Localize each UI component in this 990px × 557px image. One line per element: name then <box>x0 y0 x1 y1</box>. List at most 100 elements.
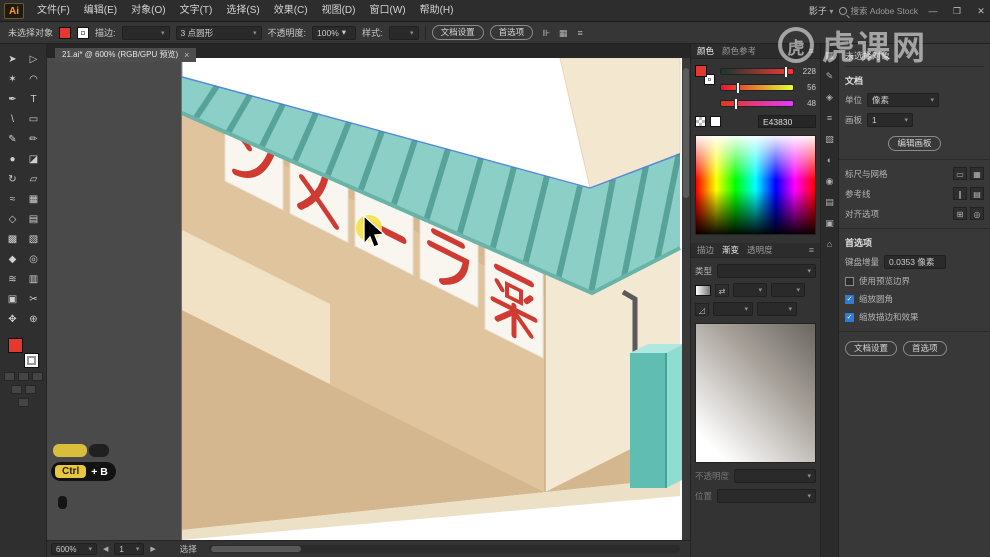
gradient-mode-icon[interactable] <box>17 372 29 381</box>
rulers-grid-icon-0[interactable]: ▭ <box>953 167 967 180</box>
slider-handle[interactable] <box>734 99 737 109</box>
stroke-panel-icon[interactable]: ≡ <box>823 111 837 125</box>
perspective-grid-tool[interactable]: ▤ <box>23 210 44 230</box>
menu-item[interactable]: 编辑(E) <box>77 0 124 22</box>
white-swatch[interactable] <box>710 116 721 127</box>
gradient-swatch[interactable] <box>695 284 711 296</box>
mesh-tool[interactable]: ▩ <box>2 230 23 250</box>
slice-tool[interactable]: ✂ <box>23 290 44 310</box>
gradient-field-1[interactable]: ▾ <box>733 283 767 297</box>
artboard-dropdown[interactable]: 1 ▾ <box>867 113 914 127</box>
stroke-color-swatch[interactable] <box>77 26 90 39</box>
swatches-panel-icon[interactable]: ▦ <box>823 48 837 62</box>
workspace-switcher[interactable]: 影子 ▾ <box>809 4 834 17</box>
snap-options-icon-0[interactable]: ⊞ <box>953 207 967 220</box>
tab-color-guide[interactable]: 颜色参考 <box>722 45 756 57</box>
hscroll-thumb[interactable] <box>210 546 301 552</box>
prev-artboard-icon[interactable]: ◀ <box>103 545 108 553</box>
menu-item[interactable]: 帮助(H) <box>413 0 461 22</box>
align-panel-icon[interactable]: ⊪ <box>539 26 553 40</box>
panel-menu-icon[interactable]: ≡ <box>809 46 814 56</box>
color-spectrum[interactable] <box>695 135 816 235</box>
vscroll-thumb[interactable] <box>683 68 689 198</box>
keyboard-increment-field[interactable]: 0.0353 像素 <box>884 255 947 269</box>
restore-button[interactable]: ❐ <box>948 0 966 22</box>
brush-definition-dropdown[interactable]: 3 点圆形 ▾ <box>175 25 262 40</box>
menu-item[interactable]: 文字(T) <box>173 0 220 22</box>
fill-swatch[interactable] <box>8 338 23 353</box>
gradient-preview[interactable] <box>695 323 816 463</box>
menu-item[interactable]: 选择(S) <box>219 0 266 22</box>
edit-artboards-button[interactable]: 编辑画板 <box>888 136 941 151</box>
shape-builder-tool[interactable]: ◇ <box>2 210 23 230</box>
unit-dropdown[interactable]: 像素 ▾ <box>867 93 940 107</box>
eraser-tool[interactable]: ◪ <box>23 150 44 170</box>
artboard-tool[interactable]: ▣ <box>2 290 23 310</box>
gradient-panel-icon[interactable]: ▧ <box>823 132 837 146</box>
gradient-angle-field[interactable]: ▾ <box>713 302 753 316</box>
preferences-quick-button[interactable]: 首选项 <box>903 341 947 356</box>
slider-handle[interactable] <box>785 67 788 77</box>
preferences-button[interactable]: 首选项 <box>489 25 534 40</box>
rotate-tool[interactable]: ↻ <box>2 170 23 190</box>
artboard-nav-dropdown[interactable]: 1 ▾ <box>114 543 145 555</box>
adobe-stock-search[interactable]: 搜索 Adobe Stock <box>839 5 918 17</box>
fill-color-swatch[interactable] <box>59 26 72 39</box>
guides-icon-1[interactable]: ▤ <box>970 187 984 200</box>
minimize-button[interactable]: — <box>924 0 942 22</box>
artboard-artwork[interactable] <box>47 58 690 540</box>
fill-stroke-indicator[interactable] <box>6 338 40 368</box>
magic-wand-tool[interactable]: ✶ <box>2 70 23 90</box>
stroke-swatch[interactable] <box>24 353 39 368</box>
gradient-aspect-field[interactable]: ▾ <box>757 302 797 316</box>
panel-fill-stroke[interactable] <box>695 65 715 85</box>
tab-透明度[interactable]: 透明度 <box>747 244 773 256</box>
menu-item[interactable]: 效果(C) <box>267 0 315 22</box>
pen-tool[interactable]: ✒ <box>2 90 23 110</box>
brushes-panel-icon[interactable]: ✎ <box>823 69 837 83</box>
gradient-position-dropdown[interactable]: ▾ <box>717 489 816 503</box>
transparency-panel-icon[interactable]: ◐ <box>823 153 837 167</box>
panel-fill-swatch[interactable] <box>695 65 707 77</box>
menu-item[interactable]: 文件(F) <box>30 0 77 22</box>
stroke-weight-dropdown[interactable]: ▾ <box>121 25 170 40</box>
menu-item[interactable]: 窗口(W) <box>362 0 412 22</box>
b-slider[interactable] <box>720 99 794 109</box>
selection-tool[interactable]: ➤ <box>2 50 23 70</box>
gradient-field-2[interactable]: ▾ <box>771 283 805 297</box>
menu-icon[interactable]: ≡ <box>573 26 587 40</box>
document-tab[interactable]: 21.ai* @ 600% (RGB/GPU 预览) × <box>55 47 197 62</box>
document-setup-button[interactable]: 文档设置 <box>431 25 484 40</box>
zoom-tool[interactable]: ⊕ <box>23 310 44 330</box>
eyedropper-tool[interactable]: ◆ <box>2 250 23 270</box>
snap-options-icon-1[interactable]: ◎ <box>970 207 984 220</box>
hex-value-field[interactable]: E43830 <box>758 115 816 128</box>
vertical-scrollbar[interactable] <box>682 58 690 540</box>
pencil-tool[interactable]: ✏ <box>23 130 44 150</box>
none-mode-icon[interactable] <box>31 372 43 381</box>
slider-handle[interactable] <box>736 83 739 93</box>
transform-panel-icon[interactable]: ▦ <box>556 26 570 40</box>
symbols-panel-icon[interactable]: ◈ <box>823 90 837 104</box>
screen-mode-icon[interactable] <box>17 398 29 407</box>
artboards-panel-icon[interactable]: ▣ <box>823 216 837 230</box>
next-artboard-icon[interactable]: ▶ <box>150 545 155 553</box>
gradient-tool[interactable]: ▧ <box>23 230 44 250</box>
panel-menu-icon[interactable]: ≡ <box>809 245 814 255</box>
draw-normal-icon[interactable] <box>10 385 22 394</box>
close-tab-icon[interactable]: × <box>184 50 189 60</box>
rulers-grid-icon-1[interactable]: ▦ <box>970 167 984 180</box>
appearance-panel-icon[interactable]: ◉ <box>823 174 837 188</box>
tab-color[interactable]: 颜色 <box>697 45 714 57</box>
draw-behind-icon[interactable] <box>24 385 36 394</box>
paintbrush-tool[interactable]: ✎ <box>2 130 23 150</box>
lasso-tool[interactable]: ◠ <box>23 70 44 90</box>
menu-item[interactable]: 对象(O) <box>124 0 172 22</box>
tab-描边[interactable]: 描边 <box>697 244 714 256</box>
g-slider[interactable] <box>720 83 794 93</box>
document-setup-quick-button[interactable]: 文档设置 <box>845 341 898 356</box>
blob-brush-tool[interactable]: ● <box>2 150 23 170</box>
none-swatch[interactable] <box>695 116 706 127</box>
opacity-dropdown[interactable]: 100% ▾ <box>312 25 357 40</box>
line-segment-tool[interactable]: \ <box>2 110 23 130</box>
